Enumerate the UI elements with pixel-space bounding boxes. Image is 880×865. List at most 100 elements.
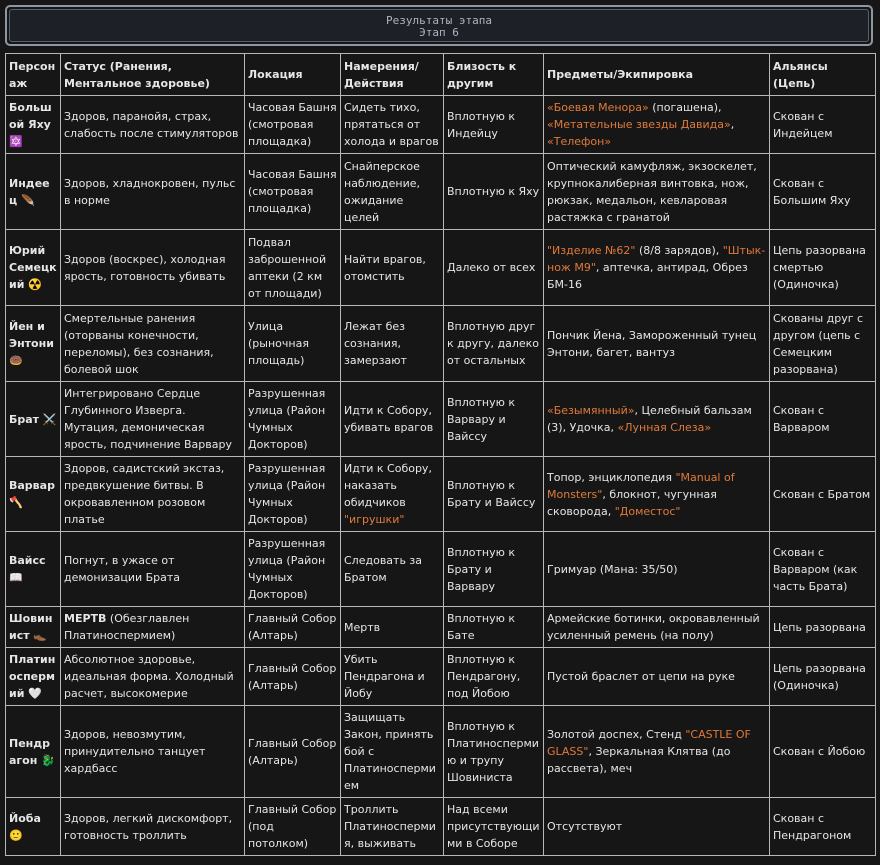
text-segment: Здоров, легкий дискомфорт, готовность тр… — [64, 811, 233, 842]
col-header-character: Персонаж — [5, 53, 61, 96]
col-header-location: Локация — [244, 53, 341, 96]
proximity-cell: Вплотную к Брату и Варвару — [443, 531, 544, 607]
table-row: Брат ⚔️ Интегрировано Сердце Глубинного И… — [5, 381, 876, 457]
text-segment: Оптический камуфляж, экзоскелет, крупнок… — [547, 159, 757, 224]
alliance-cell: Скованы друг с другом (цепь с Семецким р… — [769, 305, 876, 382]
status-cell: Погнут, в ужасе от демонизации Брата — [60, 531, 245, 607]
status-cell: Здоров, садистский экстаз, предвкушение … — [60, 456, 245, 532]
alliance-cell: Цепь разорвана смертью (Одиночка) — [769, 229, 876, 306]
location-cell: Часовая Башня (смотровая площадка) — [244, 95, 341, 154]
proximity-cell: Вплотную к Бате — [443, 606, 544, 648]
intent-cell: Следовать за Братом — [340, 531, 444, 607]
location-cell: Часовая Башня (смотровая площадка) — [244, 153, 341, 230]
text-segment: Отсутствуют — [547, 820, 623, 833]
table-row: Индеец 🪶 Здоров, хладнокровен, пульс в но… — [5, 153, 876, 230]
text-segment: Троллить Платиноспермия, выживать — [344, 803, 436, 850]
text-segment: Следовать за Братом — [344, 554, 423, 584]
items-cell: Армейские ботинки, окровавленный усиленн… — [543, 606, 770, 648]
table-row: Пендрагон 🐉 Здоров, невозмутим, принудите… — [5, 705, 876, 798]
col-header-alliance: Альянсы (Цепь) — [769, 53, 876, 96]
status-cell: Интегрировано Сердце Глубинного Изверга.… — [60, 381, 245, 457]
proximity-cell: Далеко от всех — [443, 229, 544, 306]
intent-cell: Убить Пендрагона и Йобу — [340, 647, 444, 706]
highlighted-item-name: «Лунная Слеза» — [617, 421, 712, 434]
proximity-cell: Вплотную к Индейцу — [443, 95, 544, 154]
location-cell: Главный Собор (Алтарь) — [244, 705, 341, 798]
alliance-cell: Скован с Пендрагоном — [769, 797, 876, 856]
text-segment: Мертв — [344, 620, 381, 634]
text-segment: Золотой доспех, Стенд — [547, 728, 686, 741]
highlighted-item-name: «Телефон» — [547, 135, 612, 148]
proximity-cell: Вплотную к Яху — [443, 153, 544, 230]
col-header-intent: Намерения/Действия — [340, 53, 444, 96]
text-segment: Абсолютное здоровье, идеальная форма. Хо… — [64, 653, 234, 700]
highlighted-item-name: "Доместос" — [614, 504, 681, 518]
text-segment: Смертельные ранения (оторваны конечности… — [64, 311, 214, 376]
items-cell: Топор, энциклопедия "Manual of Monsters"… — [543, 456, 770, 532]
intent-cell: Мертв — [340, 606, 444, 648]
stage-header-inner: Результаты этапа Этап 6 — [9, 9, 869, 42]
text-segment: Найти врагов, отомстить — [344, 252, 426, 283]
items-cell: Золотой доспех, Стенд "CASTLE OF GLASS",… — [543, 705, 770, 798]
text-segment: Идти к Собору, убивать врагов — [344, 404, 434, 434]
text-segment: Топор, энциклопедия — [547, 470, 676, 484]
character-name: Йоба 🙂 — [5, 797, 61, 856]
table-row: Платиноспермий 🤍 Абсолютное здоровье, иде… — [5, 647, 876, 706]
table-row: Шовинист 👞 МЕРТВ (Обезглавлен Платиноспер… — [5, 606, 876, 648]
character-name: Брат ⚔️ — [5, 381, 61, 457]
text-segment: Здоров (воскрес), холодная ярость, готов… — [64, 252, 226, 283]
bold-status: МЕРТВ — [64, 612, 107, 625]
character-name: Варвар 🪓 — [5, 456, 61, 532]
text-segment: , — [730, 118, 735, 131]
table-row: Йоба 🙂 Здоров, легкий дискомфорт, готовно… — [5, 797, 876, 856]
text-segment: Сидеть тихо, прятаться от холода и враго… — [344, 101, 439, 148]
table-row: Варвар 🪓 Здоров, садистский экстаз, предв… — [5, 456, 876, 532]
col-header-proximity: Близость к другим — [443, 53, 544, 96]
table-row: Юрий Семецкий ☢️ Здоров (воскрес), холодн… — [5, 229, 876, 306]
location-cell: Главный Собор (Алтарь) — [244, 647, 341, 706]
proximity-cell: Вплотную к Пендрагону, под Йобою — [443, 647, 544, 706]
table-row: Вайсс 📖 Погнут, в ужасе от демонизации Бр… — [5, 531, 876, 607]
items-cell: Пончик Йена, Замороженный тунец Энтони, … — [543, 305, 770, 382]
status-cell: МЕРТВ (Обезглавлен Платиноспермием) — [60, 606, 245, 648]
table-row: Йен и Энтони 🍩 Смертельные ранения (оторв… — [5, 305, 876, 382]
text-segment: (погашена), — [648, 101, 722, 114]
intent-cell: Лежат без сознания, замерзают — [340, 305, 444, 382]
character-name: Вайсс 📖 — [5, 531, 61, 607]
text-segment: Гримуар (Мана: 35/50) — [547, 562, 678, 576]
text-segment: Здоров, паранойя, страх, слабость после … — [64, 109, 239, 140]
location-cell: Улица (рыночная площадь) — [244, 305, 341, 382]
location-cell: Разрушенная улица (Район Чумных Докторов… — [244, 531, 341, 607]
intent-cell: Снайперское наблюдение, ожидание целей — [340, 153, 444, 230]
stage-subtitle: Этап 6 — [419, 26, 459, 39]
text-segment: Пончик Йена, Замороженный тунец Энтони, … — [547, 328, 757, 359]
highlighted-item-name: "Изделие №62" — [547, 244, 636, 257]
text-segment: Интегрировано Сердце Глубинного Изверга.… — [64, 387, 232, 451]
items-cell: Гримуар (Мана: 35/50) — [543, 531, 770, 607]
intent-cell: Защищать Закон, принять бой с Платиноспе… — [340, 705, 444, 798]
text-segment: Здоров, хладнокровен, пульс в норме — [64, 176, 236, 207]
intent-cell: Найти врагов, отомстить — [340, 229, 444, 306]
highlighted-item-name: "игрушки" — [344, 513, 405, 526]
location-cell: Главный Собор (под потолком) — [244, 797, 341, 856]
items-cell: "Изделие №62" (8/8 зарядов), "Штык-нож М… — [543, 229, 770, 306]
proximity-cell: Над всеми присутствующими в Соборе — [443, 797, 544, 856]
alliance-cell: Скован с Йобою — [769, 705, 876, 798]
alliance-cell: Скован с Большим Яху — [769, 153, 876, 230]
text-segment: Лежат без сознания, замерзают — [344, 320, 407, 367]
results-table: Персонаж Статус (Ранения, Ментальное здо… — [5, 53, 876, 856]
status-cell: Здоров, легкий дискомфорт, готовность тр… — [60, 797, 245, 856]
items-cell: Отсутствуют — [543, 797, 770, 856]
text-segment: Убить Пендрагона и Йобу — [344, 653, 425, 700]
items-cell: Пустой браслет от цепи на руке — [543, 647, 770, 706]
items-cell: «Боевая Менора» (погашена), «Метательные… — [543, 95, 770, 154]
location-cell: Разрушенная улица (Район Чумных Докторов… — [244, 456, 341, 532]
text-segment: Идти к Собору, наказать обидчиков — [344, 462, 432, 509]
intent-cell: Сидеть тихо, прятаться от холода и враго… — [340, 95, 444, 154]
proximity-cell: Вплотную к Платиноспермию и трупу Шовини… — [443, 705, 544, 798]
text-segment: Защищать Закон, принять бой с Платиноспе… — [344, 711, 436, 792]
character-name: Пендрагон 🐉 — [5, 705, 61, 798]
location-cell: Подвал заброшенной аптеки (2 км от площа… — [244, 229, 341, 306]
alliance-cell: Скован с Индейцем — [769, 95, 876, 154]
intent-cell: Идти к Собору, наказать обидчиков "игруш… — [340, 456, 444, 532]
